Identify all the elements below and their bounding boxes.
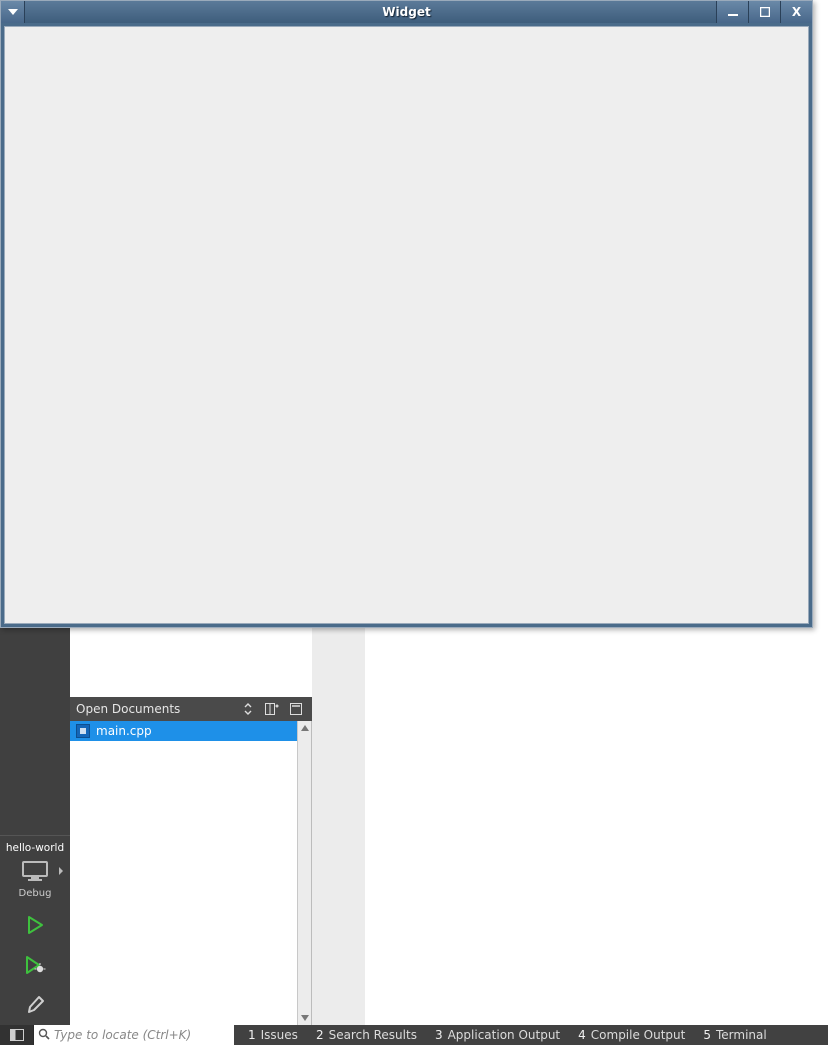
kit-build-mode: Debug (19, 888, 52, 899)
open-document-item[interactable]: main.cpp (70, 721, 311, 741)
chevron-down-icon (8, 9, 18, 15)
widget-window: Widget X (0, 0, 813, 628)
scroll-down-icon[interactable] (298, 1011, 312, 1025)
close-icon: X (792, 5, 801, 19)
scroll-up-icon[interactable] (298, 721, 312, 735)
close-button[interactable]: X (780, 1, 812, 23)
sort-icon[interactable] (238, 700, 258, 718)
tab-search-results[interactable]: 2 Search Results (316, 1028, 417, 1042)
open-documents-title: Open Documents (76, 702, 234, 716)
build-button[interactable] (0, 985, 70, 1025)
widget-title: Widget (1, 5, 812, 19)
widget-titlebar[interactable]: Widget X (1, 1, 812, 23)
split-icon[interactable] (262, 700, 282, 718)
locator-search[interactable] (34, 1025, 234, 1045)
close-panel-icon[interactable] (286, 700, 306, 718)
kit-project-name: hello-world (2, 842, 68, 854)
open-documents-scrollbar[interactable] (297, 721, 311, 1025)
maximize-icon (760, 7, 770, 17)
search-icon (38, 1028, 50, 1043)
open-document-filename: main.cpp (96, 724, 152, 738)
chevron-right-icon (58, 867, 64, 875)
run-button[interactable] (0, 905, 70, 945)
tab-issues[interactable]: 1 Issues (248, 1028, 298, 1042)
open-documents-list: main.cpp (70, 721, 312, 1025)
widget-client-area[interactable] (4, 26, 809, 624)
locator-input[interactable] (54, 1028, 230, 1042)
output-tabs: 1 Issues 2 Search Results 3 Application … (234, 1028, 828, 1042)
maximize-button[interactable] (748, 1, 780, 23)
sidebar-toggle-button[interactable] (0, 1025, 34, 1045)
cpp-file-icon (76, 724, 90, 738)
system-menu-button[interactable] (1, 1, 25, 23)
minimize-icon (727, 7, 739, 17)
status-bar: 1 Issues 2 Search Results 3 Application … (0, 1025, 828, 1045)
kit-selector[interactable]: hello-world Debug (0, 835, 70, 905)
run-debug-button[interactable] (0, 945, 70, 985)
tab-application-output[interactable]: 3 Application Output (435, 1028, 560, 1042)
minimize-button[interactable] (716, 1, 748, 23)
tab-terminal[interactable]: 5 Terminal (703, 1028, 766, 1042)
open-documents-header: Open Documents (70, 697, 312, 721)
tab-compile-output[interactable]: 4 Compile Output (578, 1028, 685, 1042)
monitor-icon (2, 860, 68, 882)
